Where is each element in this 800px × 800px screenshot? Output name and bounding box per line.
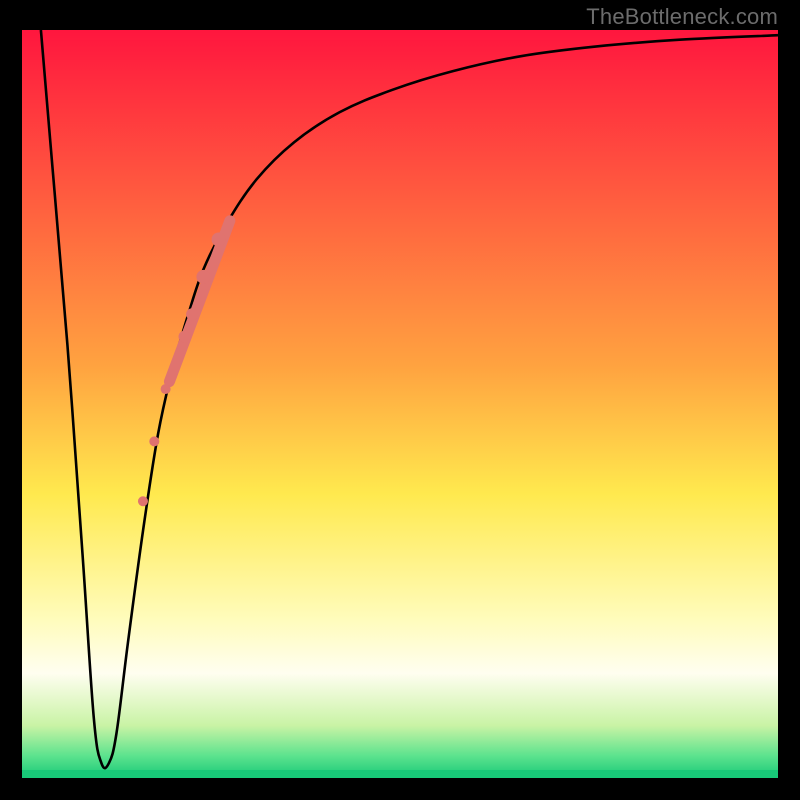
bottom-strip — [22, 770, 778, 778]
plot-area — [22, 30, 778, 778]
chart-svg — [0, 0, 800, 800]
marker-dot — [161, 384, 171, 394]
marker-dot — [196, 270, 210, 284]
marker-dot — [186, 308, 198, 320]
marker-dot — [149, 436, 159, 446]
watermark-text: TheBottleneck.com — [586, 4, 778, 30]
marker-dot — [212, 232, 226, 246]
chart-container: TheBottleneck.com — [0, 0, 800, 800]
marker-dot — [138, 496, 148, 506]
marker-dot — [179, 331, 191, 343]
